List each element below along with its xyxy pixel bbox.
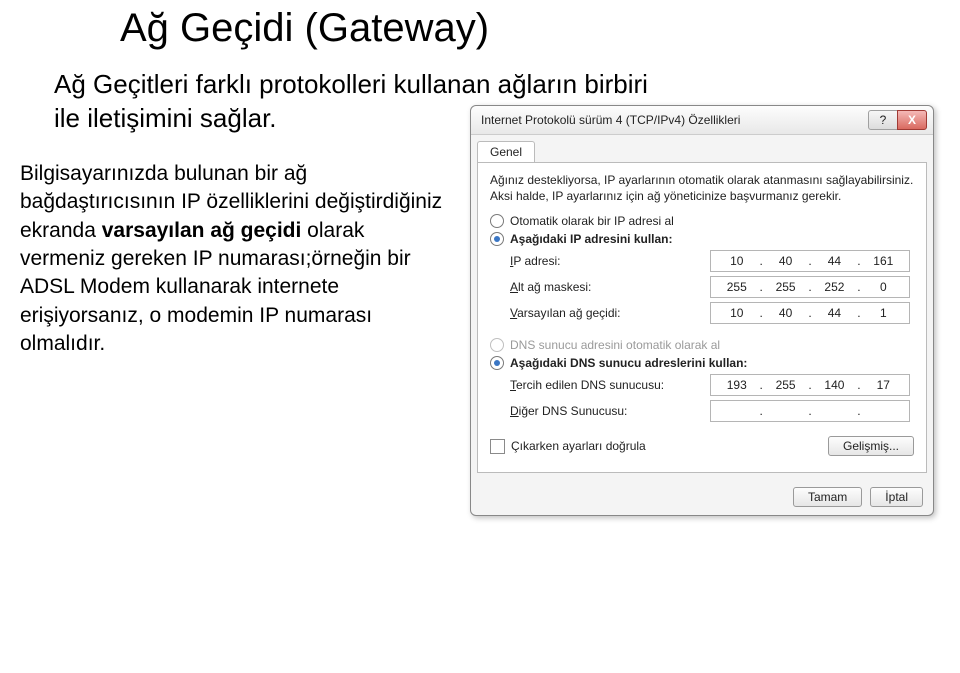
dns1-label-rest: ercih edilen DNS sunucusu: <box>516 378 664 392</box>
ok-button[interactable]: Tamam <box>793 487 862 507</box>
tab-row: Genel <box>471 135 933 162</box>
subnet-mask-label: Alt ağ maskesi: <box>490 280 710 294</box>
radio-auto-ip-label: Otomatik olarak bir IP adresi al <box>510 214 674 228</box>
close-button[interactable]: X <box>897 110 927 130</box>
gw-seg-3: 44 <box>813 306 857 320</box>
field-gateway: Varsayılan ağ geçidi: 10. 40. 44. 1 <box>490 302 914 324</box>
radio-use-ip[interactable]: Aşağıdaki IP adresini kullan: <box>490 232 914 246</box>
ip-seg-4: 161 <box>862 254 906 268</box>
radio-icon <box>490 214 504 228</box>
dns2-label-ul: D <box>510 404 519 418</box>
mask-label-ul: A <box>510 280 518 294</box>
dns1-seg-4: 17 <box>862 378 906 392</box>
radio-use-dns-label: Aşağıdaki DNS sunucu adreslerini kullan: <box>510 356 747 370</box>
cancel-rest: ptal <box>889 490 908 504</box>
field-dns1: Tercih edilen DNS sunucusu: 193. 255. 14… <box>490 374 914 396</box>
subnet-mask-input[interactable]: 255. 255. 252. 0 <box>710 276 910 298</box>
validate-settings-label: Çıkarken ayarları doğrula <box>511 439 646 453</box>
dns1-seg-3: 140 <box>813 378 857 392</box>
advanced-rest: elişmiş... <box>852 439 899 453</box>
mask-seg-3: 252 <box>813 280 857 294</box>
mask-label-rest: lt ağ maskesi: <box>518 280 591 294</box>
radio-use-ip-ul: A <box>510 232 519 246</box>
radio-auto-ip[interactable]: Otomatik olarak bir IP adresi al <box>490 214 914 228</box>
radio-icon <box>490 338 504 352</box>
gw-seg-2: 40 <box>764 306 808 320</box>
ip-address-label: IP adresi: <box>490 254 710 268</box>
ip-seg-3: 44 <box>813 254 857 268</box>
gw-seg-4: 1 <box>862 306 906 320</box>
mask-seg-2: 255 <box>764 280 808 294</box>
radio-icon <box>490 356 504 370</box>
dns1-seg-2: 255 <box>764 378 808 392</box>
dns1-seg-1: 193 <box>715 378 759 392</box>
field-mask: Alt ağ maskesi: 255. 255. 252. 0 <box>490 276 914 298</box>
mask-seg-1: 255 <box>715 280 759 294</box>
window-buttons: ? X <box>869 110 927 130</box>
radio-use-dns[interactable]: Aşağıdaki DNS sunucu adreslerini kullan: <box>490 356 914 370</box>
validate-settings-checkbox[interactable] <box>490 439 505 454</box>
close-icon: X <box>908 113 916 127</box>
dialog-titlebar: Internet Protokolü sürüm 4 (TCP/IPv4) Öz… <box>471 106 933 135</box>
radio-use-dns-rest: şağıdaki DNS sunucu adreslerini kullan: <box>519 356 748 370</box>
help-button[interactable]: ? <box>868 110 898 130</box>
dialog-footer: Tamam İptal <box>471 479 933 515</box>
paragraph-bold: varsayılan ağ geçidi <box>102 219 302 242</box>
ip-label-rest: P adresi: <box>513 254 560 268</box>
radio-use-dns-ul: A <box>510 356 519 370</box>
field-dns2: Diğer DNS Sunucusu: . . . <box>490 400 914 422</box>
gw-seg-1: 10 <box>715 306 759 320</box>
page-title: Ağ Geçidi (Gateway) <box>120 6 489 51</box>
radio-icon <box>490 232 504 246</box>
advanced-ul: G <box>843 439 852 453</box>
ip-seg-2: 40 <box>764 254 808 268</box>
radio-use-ip-rest: şağıdaki IP adresini kullan: <box>519 232 673 246</box>
dialog-panel: Ağınız destekliyorsa, IP ayarlarının oto… <box>477 162 927 473</box>
cancel-button[interactable]: İptal <box>870 487 923 507</box>
tcpip-dialog: Internet Protokolü sürüm 4 (TCP/IPv4) Öz… <box>470 105 934 516</box>
gw-label-rest: arsayılan ağ geçidi: <box>517 306 620 320</box>
dialog-description: Ağınız destekliyorsa, IP ayarlarının oto… <box>490 173 914 204</box>
ip-seg-1: 10 <box>715 254 759 268</box>
validate-settings-row: Çıkarken ayarları doğrula Gelişmiş... <box>490 436 914 456</box>
dns2-label-rest: iğer DNS Sunucusu: <box>519 404 628 418</box>
mask-seg-4: 0 <box>862 280 906 294</box>
dialog-title: Internet Protokolü sürüm 4 (TCP/IPv4) Öz… <box>481 113 740 127</box>
advanced-button[interactable]: Gelişmiş... <box>828 436 914 456</box>
alternate-dns-input[interactable]: . . . <box>710 400 910 422</box>
alternate-dns-label: Diğer DNS Sunucusu: <box>490 404 710 418</box>
radio-auto-dns: DNS sunucu adresini otomatik olarak al <box>490 338 914 352</box>
radio-use-ip-label: Aşağıdaki IP adresini kullan: <box>510 232 673 246</box>
gateway-input[interactable]: 10. 40. 44. 1 <box>710 302 910 324</box>
field-ip: IP adresi: 10. 40. 44. 161 <box>490 250 914 272</box>
page-paragraph: Bilgisayarınızda bulunan bir ağ bağdaştı… <box>20 160 450 358</box>
help-icon: ? <box>880 113 887 127</box>
preferred-dns-label: Tercih edilen DNS sunucusu: <box>490 378 710 392</box>
preferred-dns-input[interactable]: 193. 255. 140. 17 <box>710 374 910 396</box>
radio-auto-dns-label: DNS sunucu adresini otomatik olarak al <box>510 338 720 352</box>
gateway-label: Varsayılan ağ geçidi: <box>490 306 710 320</box>
tab-general[interactable]: Genel <box>477 141 535 162</box>
ip-address-input[interactable]: 10. 40. 44. 161 <box>710 250 910 272</box>
